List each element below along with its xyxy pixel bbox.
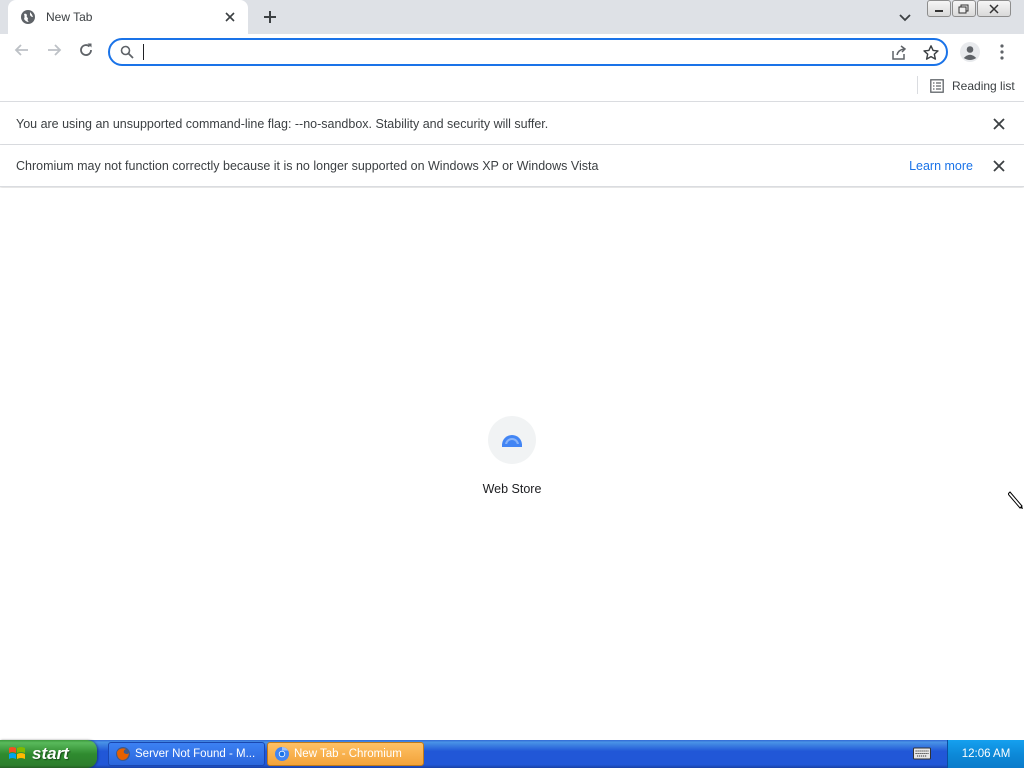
toolbar [0, 34, 1024, 70]
infobar-unsupported-os: Chromium may not function correctly beca… [0, 145, 1024, 187]
tab-title: New Tab [46, 10, 93, 24]
globe-icon [20, 9, 36, 25]
reading-list-button[interactable]: Reading list [926, 74, 1019, 98]
tab-strip: New Tab [0, 0, 1024, 34]
taskbar-item-label: New Tab - Chromium [294, 748, 402, 760]
bookmarks-bar: Reading list [0, 70, 1024, 102]
system-tray: 12:06 AM [947, 740, 1024, 768]
clock: 12:06 AM [961, 748, 1011, 760]
taskbar: start Server Not Found - M... New Tab - … [0, 740, 1024, 768]
new-tab-page: Web Store [0, 188, 1024, 740]
shortcut-label: Web Store [482, 482, 542, 496]
new-tab-button[interactable] [258, 5, 282, 29]
tab-new-tab[interactable]: New Tab [8, 0, 248, 34]
tab-search-chevron-icon[interactable] [894, 7, 916, 29]
text-caret [143, 44, 144, 60]
share-icon[interactable] [890, 44, 908, 62]
minimize-button[interactable] [927, 0, 951, 17]
restore-button[interactable] [952, 0, 976, 17]
window-controls [927, 0, 1011, 17]
taskbar-item-label: Server Not Found - M... [135, 748, 256, 760]
start-label: start [32, 744, 69, 763]
chromium-icon [274, 746, 290, 762]
pen-cursor-icon [1007, 490, 1024, 510]
forward-button[interactable] [40, 36, 68, 64]
reading-list-icon [930, 79, 944, 93]
window-close-button[interactable] [977, 0, 1011, 17]
bookmarks-divider [917, 76, 918, 94]
more-menu-icon[interactable] [990, 38, 1014, 66]
bookmark-star-icon[interactable] [922, 44, 940, 62]
web-store-icon [501, 433, 523, 447]
back-button[interactable] [8, 36, 36, 64]
reading-list-label: Reading list [952, 79, 1015, 93]
learn-more-link[interactable]: Learn more [909, 159, 973, 173]
profile-avatar-button[interactable] [956, 38, 984, 66]
reload-button[interactable] [72, 36, 100, 64]
windows-logo-icon [8, 745, 26, 763]
taskbar-item-firefox[interactable]: Server Not Found - M... [108, 742, 265, 766]
start-button[interactable]: start [0, 740, 97, 768]
shortcut-tile [488, 416, 536, 464]
infobar-close-icon[interactable] [991, 116, 1007, 132]
firefox-icon [115, 746, 131, 762]
infobar-message: Chromium may not function correctly beca… [16, 158, 599, 173]
infobar-close-icon[interactable] [991, 158, 1007, 174]
keyboard-icon[interactable] [913, 746, 931, 760]
search-icon [120, 45, 136, 61]
address-input[interactable] [142, 42, 842, 62]
address-bar[interactable] [108, 38, 948, 66]
infobar-no-sandbox: You are using an unsupported command-lin… [0, 103, 1024, 145]
tab-close-icon[interactable] [222, 9, 238, 25]
shortcut-web-store[interactable]: Web Store [466, 416, 558, 506]
infobar-message: You are using an unsupported command-lin… [16, 116, 549, 131]
taskbar-item-chromium[interactable]: New Tab - Chromium [267, 742, 424, 766]
